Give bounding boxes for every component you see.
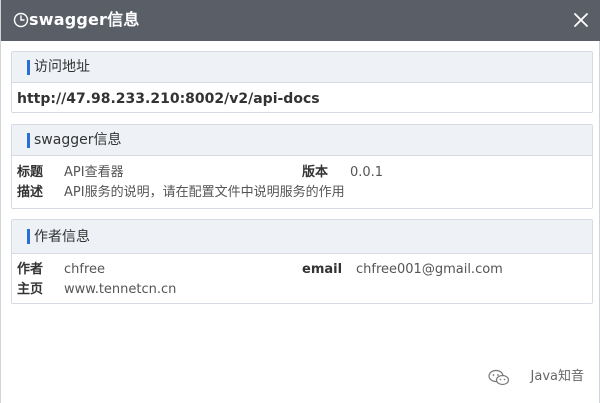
homepage-value[interactable]: www.tennetcn.cn — [64, 281, 176, 299]
accent-bar — [27, 133, 30, 148]
panel-title: swagger信息 — [34, 132, 122, 148]
panel-header: 访问地址 — [12, 52, 592, 83]
api-docs-url[interactable]: http://47.98.233.210:8002/v2/api-docs — [17, 90, 320, 109]
title-value: API查看器 — [64, 165, 124, 180]
panel-title: 访问地址 — [34, 59, 90, 75]
email-key: email — [302, 262, 343, 277]
dialog-titlebar: swagger信息 — [1, 0, 600, 41]
description-value: API服务的说明，请在配置文件中说明服务的作用 — [64, 185, 345, 200]
watermark-text: Java知音 — [530, 369, 584, 384]
description-key: 描述 — [17, 185, 44, 200]
clock-icon — [13, 12, 29, 28]
homepage-row: 主页 www.tennetcn.cn — [17, 281, 587, 299]
panel-title: 作者信息 — [34, 229, 90, 245]
version-value: 0.0.1 — [350, 165, 384, 180]
dialog-title: swagger信息 — [29, 10, 140, 29]
close-icon[interactable] — [573, 12, 589, 28]
panel-header: swagger信息 — [12, 125, 592, 156]
access-address-panel: 访问地址 http://47.98.233.210:8002/v2/api-do… — [11, 51, 593, 113]
author-info-panel: 作者信息 作者 chfree email chfree001@gmail.com… — [11, 219, 593, 304]
author-email-row: 作者 chfree email chfree001@gmail.com — [17, 261, 587, 279]
author-value: chfree — [64, 262, 106, 277]
version-key: 版本 — [302, 165, 329, 180]
title-key: 标题 — [17, 165, 44, 180]
accent-bar — [27, 60, 30, 75]
accent-bar — [27, 229, 30, 244]
description-row: 描述 API服务的说明，请在配置文件中说明服务的作用 — [17, 184, 587, 202]
author-key: 作者 — [17, 262, 44, 277]
title-version-row: 标题 API查看器 版本 0.0.1 — [17, 164, 587, 182]
homepage-key: 主页 — [17, 282, 44, 297]
email-value[interactable]: chfree001@gmail.com — [356, 261, 503, 279]
wechat-icon — [488, 369, 510, 386]
panel-header: 作者信息 — [12, 220, 592, 254]
swagger-info-panel: swagger信息 标题 API查看器 版本 0.0.1 描述 API服务的说明… — [11, 124, 593, 209]
swagger-info-dialog: swagger信息 访问地址 http://47.98.233.210:8002… — [0, 0, 600, 403]
